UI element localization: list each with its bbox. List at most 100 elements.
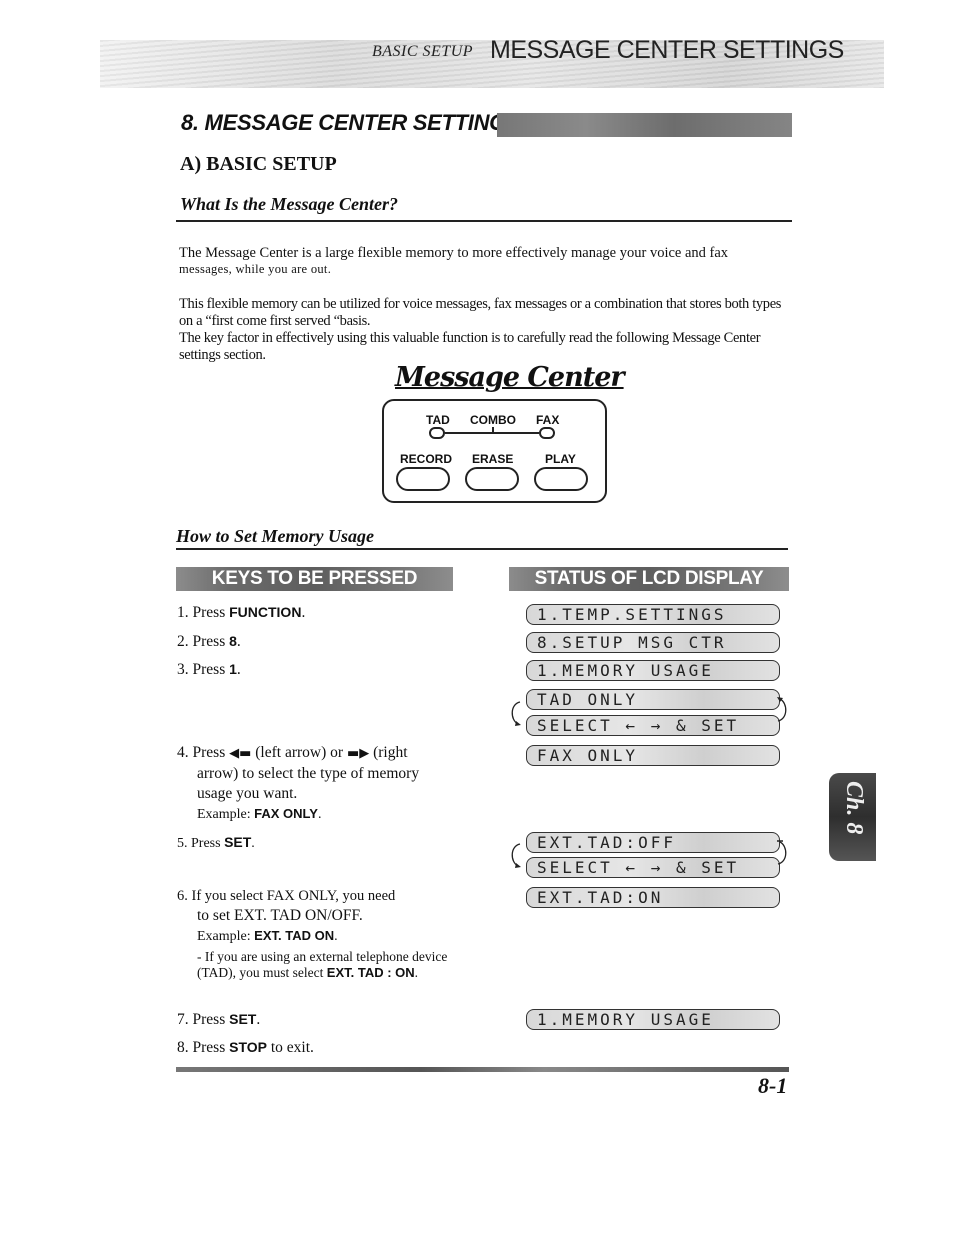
- step-number: 8.: [177, 1039, 189, 1056]
- header-chapter-title: MESSAGE CENTER SETTINGS: [490, 36, 844, 64]
- step-7: 7. Press SET.: [177, 1009, 260, 1030]
- chapter-tab: Ch. 8: [829, 773, 876, 861]
- step-punct: .: [256, 1011, 261, 1028]
- step-number: 2.: [177, 633, 189, 650]
- step-5: 5. Press SET.: [177, 832, 255, 854]
- step-3: 3. Press 1.: [177, 659, 241, 680]
- key-set: SET: [229, 1011, 257, 1027]
- section-title-bar: [497, 113, 792, 137]
- step-punct: .: [317, 807, 322, 822]
- step-2: 2. Press 8.: [177, 631, 241, 652]
- lcd-display: 8.SETUP MSG CTR: [526, 632, 780, 653]
- step-text: arrow) to select the type of memory: [197, 765, 420, 782]
- chapter-tab-label: Ch. 8: [841, 781, 867, 835]
- mode-label-combo: COMBO: [470, 413, 516, 427]
- loop-left-arrow-icon: [511, 701, 521, 726]
- lcd-display: TAD ONLY: [526, 689, 780, 710]
- step-punct: to exit.: [266, 1039, 314, 1056]
- erase-button-icon: [465, 467, 519, 491]
- step-text: Press: [192, 1039, 230, 1056]
- step-4-example: Example: FAX ONLY.: [177, 804, 477, 825]
- play-button-icon: [534, 467, 588, 491]
- step-number: 1.: [177, 604, 189, 621]
- button-label-record: RECORD: [400, 452, 453, 466]
- lcd-display: EXT.TAD:OFF: [526, 832, 780, 853]
- lcd-display: 1.TEMP.SETTINGS: [526, 604, 780, 625]
- intro-para1-line1: The Message Center is a large flexible m…: [179, 245, 729, 261]
- key-stop: STOP: [229, 1039, 267, 1055]
- intro-para3: The key factor in effectively using this…: [179, 330, 761, 363]
- heading-rule: [176, 220, 792, 222]
- step-text: (right: [369, 744, 408, 761]
- mode-label-fax: FAX: [536, 413, 560, 427]
- step-8: 8. Press STOP to exit.: [177, 1037, 314, 1058]
- step-punct: .: [251, 836, 255, 851]
- keys-header: KEYS TO BE PRESSED: [176, 567, 453, 591]
- fax-led-icon: [539, 427, 555, 439]
- message-center-logo: Message Center: [395, 362, 625, 393]
- record-button-icon: [396, 467, 450, 491]
- left-arrow-icon: ◀▬: [229, 746, 252, 761]
- lcd-header: STATUS OF LCD DISPLAY: [509, 567, 789, 591]
- example-label: Example:: [197, 929, 255, 944]
- section-subtitle: A) BASIC SETUP: [180, 153, 337, 175]
- loop-right-arrow-icon: [777, 697, 787, 722]
- step-number: 4.: [177, 744, 189, 761]
- what-is-heading: What Is the Message Center?: [180, 194, 399, 214]
- lcd-display: EXT.TAD:ON: [526, 887, 780, 908]
- intro-para2: This flexible memory can be utilized for…: [179, 296, 782, 329]
- step-punct: .: [236, 633, 241, 650]
- note-key: EXT. TAD : ON: [326, 965, 415, 980]
- step-punct: .: [414, 965, 419, 980]
- button-label-play: PLAY: [545, 452, 576, 466]
- lcd-display: 1.MEMORY USAGE: [526, 660, 780, 681]
- step-number: 7.: [177, 1011, 189, 1028]
- right-arrow-icon: ▬▶: [346, 746, 370, 761]
- how-to-rule: [176, 548, 788, 550]
- loop-left-arrow-icon: [511, 843, 521, 868]
- page-number: 8-1: [758, 1073, 788, 1098]
- step-text: to set EXT. TAD ON/OFF.: [197, 907, 363, 924]
- step-text: If you select FAX ONLY, you need: [191, 888, 396, 904]
- step-text: Press: [191, 836, 225, 851]
- step-text: Press: [192, 744, 230, 761]
- step-6-example: Example: EXT. TAD ON.: [177, 926, 477, 947]
- step-number: 6.: [177, 888, 188, 904]
- step-punct: .: [334, 929, 338, 944]
- lcd-display: SELECT ← → & SET: [526, 715, 780, 736]
- step-number: 3.: [177, 661, 189, 678]
- key-1: 1: [229, 661, 237, 677]
- lcd-display: FAX ONLY: [526, 745, 780, 766]
- mode-connector-line: [445, 432, 539, 434]
- step-punct: .: [301, 604, 306, 621]
- step-punct: .: [236, 661, 241, 678]
- step-1: 1. Press FUNCTION.: [177, 602, 305, 623]
- footer-rule: [176, 1067, 789, 1072]
- step-text: (left arrow) or: [251, 744, 347, 761]
- step-6-note: - If you are using an external telephone…: [177, 949, 479, 981]
- example-value: EXT. TAD ON: [254, 928, 335, 943]
- example-value: FAX ONLY: [254, 806, 318, 821]
- step-text: usage you want.: [197, 785, 298, 802]
- key-8: 8: [229, 633, 237, 649]
- button-label-erase: ERASE: [472, 452, 514, 466]
- mode-label-tad: TAD: [426, 413, 450, 427]
- key-function: FUNCTION: [229, 604, 302, 620]
- combo-tick: [492, 427, 494, 432]
- lcd-display: SELECT ← → & SET: [526, 857, 780, 878]
- step-text: Press: [192, 633, 230, 650]
- section-title: 8. MESSAGE CENTER SETTINGS: [181, 110, 521, 135]
- step-4: 4. Press ◀▬ (left arrow) or ▬▶ (right ar…: [177, 743, 477, 825]
- lcd-display: 1.MEMORY USAGE: [526, 1009, 780, 1030]
- step-number: 5.: [177, 836, 188, 851]
- tad-led-icon: [429, 427, 445, 439]
- step-6: 6. If you select FAX ONLY, you need to s…: [177, 886, 477, 981]
- key-set: SET: [224, 834, 252, 850]
- loop-right-arrow-icon: [777, 840, 787, 865]
- step-text: Press: [192, 1011, 230, 1028]
- header-section-label: BASIC SETUP: [372, 43, 474, 60]
- how-to-heading: How to Set Memory Usage: [176, 526, 374, 546]
- intro-para1-line2: messages, while you are out.: [179, 262, 332, 276]
- example-label: Example:: [197, 807, 255, 822]
- step-text: Press: [192, 661, 230, 678]
